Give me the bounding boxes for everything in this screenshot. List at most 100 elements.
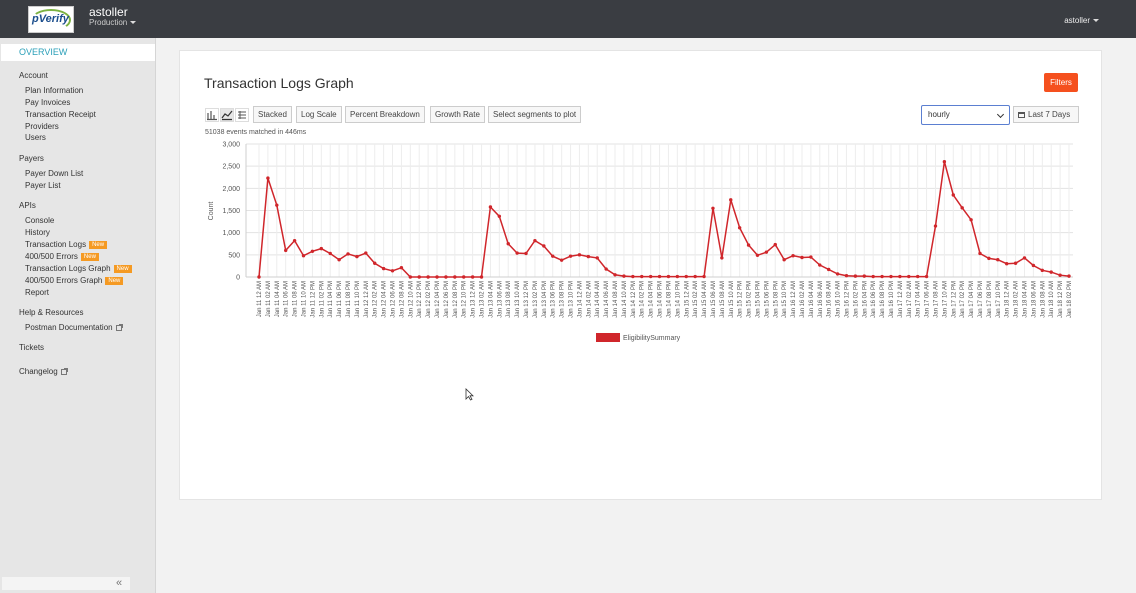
x-tick-label: Jan 13 02 AM <box>480 281 486 318</box>
data-point <box>764 250 769 254</box>
data-point <box>301 254 306 258</box>
data-point <box>470 275 475 279</box>
pverify-logo[interactable]: pVerify <box>28 6 74 33</box>
x-tick-label: Jan 13 12 PM <box>524 281 530 318</box>
user-menu[interactable]: astoller <box>1064 16 1099 25</box>
x-tick-label: Jan 16 08 AM <box>827 281 833 318</box>
sidebar-item-console[interactable]: Console <box>25 216 54 225</box>
x-tick-label: Jan 14 08 PM <box>666 281 672 318</box>
x-tick-label: Jan 13 06 PM <box>551 281 557 318</box>
data-point <box>275 203 279 207</box>
data-point <box>1004 262 1009 266</box>
data-point <box>266 176 270 180</box>
x-tick-label: Jan 14 08 AM <box>613 281 619 318</box>
sidebar-item-payer-list[interactable]: Payer List <box>25 181 61 190</box>
sidebar-heading-payers: Payers <box>19 154 44 163</box>
x-tick-label: Jan 17 12 PM <box>951 281 957 318</box>
x-tick-label: Jan 13 10 PM <box>569 281 575 318</box>
sidebar-item-errors[interactable]: 400/500 Errors New <box>25 252 99 261</box>
mouse-cursor-icon <box>465 388 474 401</box>
logo-text: pVerify <box>32 13 69 25</box>
sidebar-item-transaction-logs-graph[interactable]: Transaction Logs Graph New <box>25 264 132 273</box>
sidebar-item-overview[interactable]: OVERVIEW <box>1 44 155 61</box>
x-tick-label: Jan 13 04 PM <box>542 281 548 318</box>
x-tick-label: Jan 13 02 PM <box>533 281 539 318</box>
legend-swatch <box>596 333 620 342</box>
x-tick-label: Jan 17 04 PM <box>969 281 975 318</box>
x-tick-label: Jan 12 02 AM <box>373 281 379 318</box>
data-point <box>1058 273 1062 277</box>
sidebar-item-report[interactable]: Report <box>25 288 49 297</box>
x-tick-label: Jan 11 02 AM <box>266 281 272 317</box>
x-tick-label: Jan 18 02 AM <box>1014 281 1020 318</box>
data-point <box>399 265 404 270</box>
x-tick-label: Jan 11 04 PM <box>328 281 334 318</box>
data-point <box>640 274 644 279</box>
data-point <box>960 206 964 210</box>
x-tick-label: Jan 11 12 PM <box>310 281 316 318</box>
x-tick-label: Jan 13 06 AM <box>497 281 503 318</box>
sidebar-item-changelog[interactable]: Changelog <box>19 367 68 376</box>
x-tick-label: Jan 15 04 AM <box>702 281 708 318</box>
y-tick-label: 1,500 <box>222 208 240 215</box>
data-point <box>462 275 466 279</box>
data-point <box>666 274 671 279</box>
sidebar-item-pay-invoices[interactable]: Pay Invoices <box>25 98 70 107</box>
x-tick-label: Jan 16 10 PM <box>889 281 895 318</box>
x-tick-label: Jan 17 12 AM <box>898 281 904 318</box>
x-tick-label: Jan 16 04 PM <box>862 281 868 318</box>
sidebar-item-transaction-logs[interactable]: Transaction Logs New <box>25 240 108 249</box>
y-tick-label: 500 <box>228 252 240 259</box>
sidebar-item-users[interactable]: Users <box>25 133 46 142</box>
data-point <box>702 274 706 279</box>
data-point <box>1022 256 1027 260</box>
data-point <box>773 242 777 247</box>
x-tick-label: Jan 15 08 AM <box>720 281 726 318</box>
data-point <box>1049 270 1053 274</box>
x-tick-label: Jan 15 12 AM <box>684 281 690 318</box>
x-tick-label: Jan 17 06 AM <box>925 281 931 318</box>
x-tick-label: Jan 17 08 AM <box>933 281 939 318</box>
data-point <box>1031 263 1036 268</box>
sidebar-item-label: 400/500 Errors Graph <box>25 276 103 285</box>
x-tick-label: Jan 14 04 AM <box>595 281 601 318</box>
new-badge: New <box>113 264 132 273</box>
data-point <box>737 226 742 230</box>
environment-dropdown[interactable]: Production <box>89 18 137 27</box>
x-tick-label: Jan 12 04 PM <box>435 281 441 318</box>
data-point <box>284 248 288 253</box>
x-tick-label: Jan 16 06 AM <box>818 281 824 318</box>
x-tick-label: Jan 15 10 PM <box>782 281 788 318</box>
sidebar-footer <box>2 577 130 590</box>
data-point <box>488 205 493 209</box>
data-point <box>364 251 368 255</box>
data-point <box>586 254 591 259</box>
data-point <box>729 198 733 202</box>
data-point <box>889 274 893 279</box>
data-point <box>310 249 315 253</box>
data-point <box>631 274 635 279</box>
sidebar-item-plan-information[interactable]: Plan Information <box>25 86 83 95</box>
x-tick-label: Jan 11 10 AM <box>302 281 308 317</box>
sidebar-item-tickets[interactable]: Tickets <box>19 343 44 352</box>
data-point <box>426 275 430 279</box>
data-point <box>853 274 858 278</box>
data-point <box>942 160 947 164</box>
sidebar-item-history[interactable]: History <box>25 228 50 237</box>
data-point <box>951 193 955 197</box>
data-point <box>453 275 457 279</box>
data-point <box>933 224 938 228</box>
x-tick-label: Jan 15 08 PM <box>773 281 779 318</box>
sidebar-item-label: Postman Documentation <box>25 323 113 332</box>
sidebar-heading-apis: APIs <box>19 201 36 210</box>
sidebar-item-providers[interactable]: Providers <box>25 122 59 131</box>
sidebar-item-postman-documentation[interactable]: Postman Documentation <box>25 323 123 332</box>
collapse-sidebar-icon[interactable]: « <box>116 577 122 589</box>
data-point <box>969 218 973 222</box>
sidebar-item-payer-down-list[interactable]: Payer Down List <box>25 169 83 178</box>
data-point <box>435 275 439 279</box>
x-tick-label: Jan 17 02 PM <box>960 281 966 318</box>
data-point <box>844 273 849 278</box>
sidebar-item-transaction-receipt[interactable]: Transaction Receipt <box>25 110 96 119</box>
sidebar-item-errors-graph[interactable]: 400/500 Errors Graph New <box>25 276 124 285</box>
